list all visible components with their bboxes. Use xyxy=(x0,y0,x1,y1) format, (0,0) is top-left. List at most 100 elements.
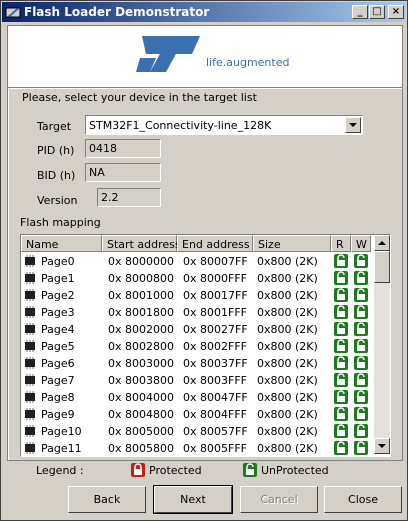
table-row[interactable]: Page9 0x 8004800 0x 8004FFF 0x800 (2K) xyxy=(21,406,371,423)
back-button[interactable]: Back xyxy=(68,486,146,513)
memory-chip-icon xyxy=(23,425,37,437)
memory-chip-icon xyxy=(23,374,37,386)
end-address: 0x 8004FFF xyxy=(183,408,247,421)
protected-lock-icon xyxy=(131,463,145,477)
table-row[interactable]: Page1 0x 8000800 0x 8000FFF 0x800 (2K) xyxy=(21,270,371,287)
read-unprotected-icon[interactable] xyxy=(334,305,348,319)
page-size: 0x800 (2K) xyxy=(257,272,318,285)
column-header-name[interactable]: Name xyxy=(21,235,102,252)
pid-field: 0418 xyxy=(85,139,161,158)
start-address: 0x 8000000 xyxy=(108,255,174,268)
end-address: 0x 80057FF xyxy=(183,425,248,438)
end-address: 0x 8001FFF xyxy=(183,306,247,319)
legend-protected: Protected xyxy=(149,464,202,477)
end-address: 0x 80047FF xyxy=(183,391,248,404)
page-name: Page1 xyxy=(41,272,75,285)
close-window-button[interactable]: × xyxy=(388,5,404,19)
column-header-read[interactable]: R xyxy=(331,235,351,252)
table-row[interactable]: Page10 0x 8005000 0x 80057FF 0x800 (2K) xyxy=(21,423,371,440)
write-unprotected-icon[interactable] xyxy=(354,305,368,319)
scroll-thumb[interactable] xyxy=(374,251,390,283)
write-unprotected-icon[interactable] xyxy=(354,424,368,438)
page-name: Page7 xyxy=(41,374,75,387)
start-address: 0x 8004000 xyxy=(108,391,174,404)
page-name: Page9 xyxy=(41,408,75,421)
read-unprotected-icon[interactable] xyxy=(334,373,348,387)
write-unprotected-icon[interactable] xyxy=(354,373,368,387)
write-unprotected-icon[interactable] xyxy=(354,407,368,421)
table-row[interactable]: Page8 0x 8004000 0x 80047FF 0x800 (2K) xyxy=(21,389,371,406)
column-header-start[interactable]: Start address xyxy=(102,235,181,252)
end-address: 0x 80007FF xyxy=(183,255,248,268)
instruction-text: Please, select your device in the target… xyxy=(22,91,257,104)
version-label: Version xyxy=(37,194,78,207)
end-address: 0x 80027FF xyxy=(183,323,248,336)
target-select[interactable]: STM32F1_Connectivity-line_128K xyxy=(85,115,363,135)
table-row[interactable]: Page6 0x 8003000 0x 80037FF 0x800 (2K) xyxy=(21,355,371,372)
table-row[interactable]: Page5 0x 8002800 0x 8002FFF 0x800 (2K) xyxy=(21,338,371,355)
write-unprotected-icon[interactable] xyxy=(354,254,368,268)
title-bar[interactable]: Flash Loader Demonstrator _ □ × xyxy=(2,2,406,22)
write-unprotected-icon[interactable] xyxy=(354,356,368,370)
target-value: STM32F1_Connectivity-line_128K xyxy=(89,119,272,132)
memory-chip-icon xyxy=(23,357,37,369)
page-name: Page2 xyxy=(41,289,75,302)
page-size: 0x800 (2K) xyxy=(257,374,318,387)
start-address: 0x 8001800 xyxy=(108,306,174,319)
write-unprotected-icon[interactable] xyxy=(354,288,368,302)
read-unprotected-icon[interactable] xyxy=(334,390,348,404)
table-row[interactable]: Page7 0x 8003800 0x 8003FFF 0x800 (2K) xyxy=(21,372,371,389)
vertical-scrollbar[interactable] xyxy=(374,235,390,454)
read-unprotected-icon[interactable] xyxy=(334,254,348,268)
column-header-write[interactable]: W xyxy=(351,235,371,252)
write-unprotected-icon[interactable] xyxy=(354,339,368,353)
read-unprotected-icon[interactable] xyxy=(334,322,348,336)
table-row[interactable]: Page0 0x 8000000 0x 80007FF 0x800 (2K) xyxy=(21,253,371,270)
table-row[interactable]: Page11 0x 8005800 0x 8005FFF 0x800 (2K) xyxy=(21,440,371,456)
page-size: 0x800 (2K) xyxy=(257,357,318,370)
page-size: 0x800 (2K) xyxy=(257,289,318,302)
page-name: Page6 xyxy=(41,357,75,370)
flash-mapping-list[interactable]: Name Start address End address Size R W … xyxy=(20,234,391,457)
column-header-size[interactable]: Size xyxy=(253,235,331,252)
start-address: 0x 8005000 xyxy=(108,425,174,438)
table-row[interactable]: Page4 0x 8002000 0x 80027FF 0x800 (2K) xyxy=(21,321,371,338)
read-unprotected-icon[interactable] xyxy=(334,288,348,302)
read-unprotected-icon[interactable] xyxy=(334,356,348,370)
start-address: 0x 8002000 xyxy=(108,323,174,336)
end-address: 0x 8005FFF xyxy=(183,442,247,455)
minimize-button[interactable]: _ xyxy=(352,5,368,19)
read-unprotected-icon[interactable] xyxy=(334,407,348,421)
read-unprotected-icon[interactable] xyxy=(334,339,348,353)
memory-chip-icon xyxy=(23,323,37,335)
write-unprotected-icon[interactable] xyxy=(354,441,368,455)
page-size: 0x800 (2K) xyxy=(257,442,318,455)
window-title: Flash Loader Demonstrator xyxy=(24,5,210,19)
bid-field: NA xyxy=(85,163,161,182)
write-unprotected-icon[interactable] xyxy=(354,271,368,285)
close-button[interactable]: Close xyxy=(324,486,402,513)
dropdown-arrow-icon[interactable] xyxy=(345,117,361,133)
page-size: 0x800 (2K) xyxy=(257,340,318,353)
page-size: 0x800 (2K) xyxy=(257,255,318,268)
read-unprotected-icon[interactable] xyxy=(334,271,348,285)
read-unprotected-icon[interactable] xyxy=(334,424,348,438)
start-address: 0x 8003000 xyxy=(108,357,174,370)
table-row[interactable]: Page3 0x 8001800 0x 8001FFF 0x800 (2K) xyxy=(21,304,371,321)
scroll-down-icon[interactable] xyxy=(374,438,390,454)
end-address: 0x 8003FFF xyxy=(183,374,247,387)
legend-label: Legend : xyxy=(36,464,84,477)
maximize-button[interactable]: □ xyxy=(369,5,385,19)
memory-chip-icon xyxy=(23,272,37,284)
column-header-end[interactable]: End address xyxy=(177,235,253,252)
scroll-up-icon[interactable] xyxy=(374,235,390,251)
page-name: Page5 xyxy=(41,340,75,353)
page-size: 0x800 (2K) xyxy=(257,323,318,336)
cancel-button[interactable]: Cancel xyxy=(240,486,318,513)
st-logo-icon xyxy=(136,36,200,72)
write-unprotected-icon[interactable] xyxy=(354,322,368,336)
read-unprotected-icon[interactable] xyxy=(334,441,348,455)
table-row[interactable]: Page2 0x 8001000 0x 80017FF 0x800 (2K) xyxy=(21,287,371,304)
write-unprotected-icon[interactable] xyxy=(354,390,368,404)
next-button[interactable]: Next xyxy=(153,485,233,514)
